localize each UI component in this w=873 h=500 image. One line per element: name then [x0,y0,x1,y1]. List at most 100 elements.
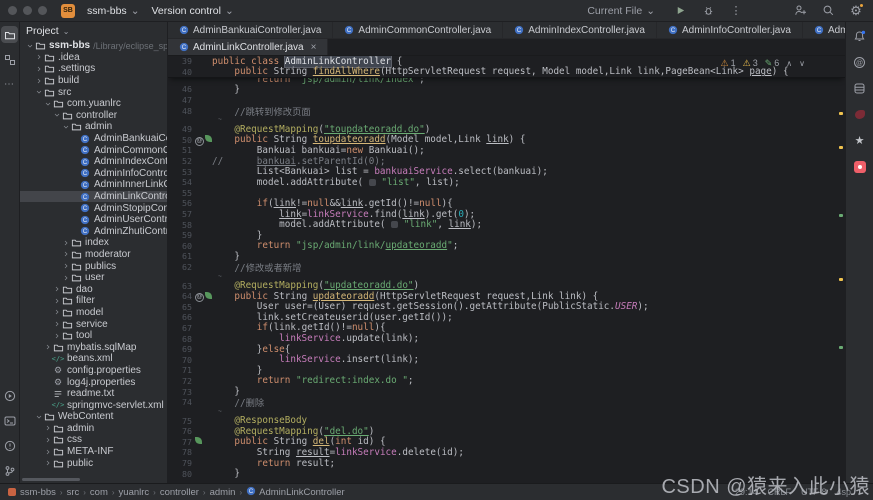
tree-item[interactable]: CAdminInfoController [20,168,167,180]
chevron-right-icon[interactable] [43,436,52,444]
code-line[interactable]: 59 } [168,230,845,241]
code-line[interactable]: 62 //修改或者新增 [168,262,845,273]
tree-item[interactable]: public [20,457,167,469]
error-stripe-mark[interactable] [839,346,843,349]
plugin-star-icon[interactable]: ★ [851,132,868,149]
chevron-right-icon[interactable] [34,77,43,85]
code-line[interactable]: 78 String result=linkService.delete(id); [168,447,845,458]
debug-button[interactable] [699,2,717,20]
request-mapping-gutter-icon[interactable]: @ [195,290,204,302]
error-stripe-mark[interactable] [839,146,843,149]
horizontal-scrollbar[interactable] [22,478,80,481]
breadcrumb-item[interactable]: ssm-bbs [20,487,56,498]
warning-indicator[interactable]: ⚠3 [743,58,758,68]
code-line[interactable]: 40 public String findAllWhere(HttpServle… [168,67,845,78]
code-line[interactable]: 55 [168,188,845,199]
code-with-me-icon[interactable] [791,2,809,20]
tree-item[interactable]: ssm-bbs/Library/eclipse_space/jsp+s [20,40,167,52]
code-line[interactable]: 57 link=linkService.find(link).get(0); [168,209,845,220]
tree-item[interactable]: </>beans.xml [20,353,167,365]
more-dots-icon[interactable]: ⋯ [1,76,18,93]
spring-bean-gutter-icon[interactable] [205,134,212,145]
chevron-right-icon[interactable] [43,448,52,456]
code-area[interactable]: return "jsp/admin/link/index";46 }4748 /… [168,78,845,479]
structure-boxes-icon[interactable] [1,51,18,68]
code-line[interactable]: 76 @RequestMapping("del.do") [168,426,845,437]
tree-item[interactable]: build [20,75,167,87]
tree-item[interactable]: META-INF [20,446,167,458]
code-line[interactable]: 54 model.addAttribute( "list", list); [168,177,845,188]
tree-item[interactable]: user [20,272,167,284]
tree-item[interactable]: CAdminBankuaiControlle [20,133,167,145]
run-button[interactable] [671,2,689,20]
tree-item[interactable]: .settings [20,63,167,75]
tree-item[interactable]: </>springmvc-servlet.xml [20,399,167,411]
editor-tab[interactable]: CAdminIndexController.java [503,22,657,38]
chevron-right-icon[interactable] [52,285,61,293]
database-icon[interactable] [851,80,868,97]
chevron-right-icon[interactable] [43,343,52,351]
window-controls[interactable] [8,6,47,15]
inspections-widget[interactable]: ⚠1⚠3✎6∧∨ [721,58,805,68]
project-panel-header[interactable]: Project ⌄ [20,22,167,40]
tree-item[interactable]: index [20,237,167,249]
problems-icon[interactable] [1,437,18,454]
code-line[interactable]: 80 } [168,468,845,479]
chevron-right-icon[interactable] [61,262,70,270]
warning-indicator[interactable]: ⚠1 [721,58,736,68]
tree-item[interactable]: CAdminIndexController [20,156,167,168]
code-line[interactable]: 69 }else{ [168,344,845,355]
chevron-right-icon[interactable] [52,297,61,305]
request-mapping-gutter-icon[interactable]: @ [195,134,204,146]
chevron-right-icon[interactable] [52,320,61,328]
chevron-right-icon[interactable] [43,459,52,467]
project-folder-icon[interactable] [1,26,18,43]
minimize-window-icon[interactable] [23,6,32,15]
code-line[interactable]: 56 if(link!=null&&link.getId()!=null){ [168,198,845,209]
code-line[interactable]: 48 //跳转到修改页面 [168,105,845,116]
status-widget[interactable]: 29:14 [735,487,758,497]
git-branch-icon[interactable] [1,462,18,479]
chevron-right-icon[interactable] [52,308,61,316]
tree-item[interactable]: com.yuanlrc [20,98,167,110]
code-line[interactable]: 77 public String del(int id) { [168,437,845,448]
code-line[interactable]: 58 model.addAttribute( "link", link); [168,219,845,230]
code-line[interactable]: 74 //删除 [168,397,845,408]
tree-item[interactable]: mybatis.sqlMap [20,341,167,353]
breadcrumb-item[interactable]: CAdminLinkController [246,486,345,498]
code-line[interactable]: 65 User user=(User) request.getSession()… [168,301,845,312]
editor-tab-active[interactable]: CAdminLinkController.java× [168,39,328,55]
code-line[interactable]: 79 return result; [168,458,845,469]
run-circle-icon[interactable] [1,387,18,404]
spring-bean-gutter-icon[interactable] [205,291,212,302]
tree-item[interactable]: CAdminInnerLinkControll [20,179,167,191]
code-line[interactable]: 60 return "jsp/admin/link/updateoradd"; [168,241,845,252]
chevron-down-icon[interactable] [25,42,34,50]
tree-item[interactable]: ⚙log4j.properties [20,376,167,388]
tree-item[interactable]: .idea [20,52,167,64]
chevron-down-icon[interactable] [52,111,61,119]
settings-gear-icon[interactable]: ⚙ [847,2,865,20]
tree-item[interactable]: tool [20,330,167,342]
breadcrumb-item[interactable]: admin [210,487,236,498]
status-widget[interactable]: UTF-8 [801,487,827,497]
tree-item[interactable]: WebContent [20,411,167,423]
code-editor[interactable]: ⚠1⚠3✎6∧∨ 39public class AdminLinkControl… [168,56,845,483]
code-line[interactable]: 72 return "redirect:index.do "; [168,376,845,387]
tree-item[interactable]: admin [20,121,167,133]
chevron-down-icon[interactable] [34,88,43,96]
tree-item[interactable]: dao [20,283,167,295]
chevron-right-icon[interactable] [43,424,52,432]
editor-tab[interactable]: CAdminInfoController.java [657,22,803,38]
code-line[interactable]: 64@ public String updateoradd(HttpServle… [168,291,845,302]
code-line[interactable]: 67 if(link.getId()!=null){ [168,323,845,334]
code-line[interactable]: 51 Bankuai bankuai=new Bankuai(); [168,145,845,156]
chevron-right-icon[interactable] [52,332,61,340]
tree-item[interactable]: filter [20,295,167,307]
tree-item[interactable]: CAdminStopipController [20,202,167,214]
profiler-blob-icon[interactable] [851,106,868,123]
tree-item[interactable]: CAdminUserContriller [20,214,167,226]
tree-item[interactable]: admin [20,423,167,435]
breadcrumb-item[interactable]: com [90,487,108,498]
code-line[interactable]: 53 List<Bankuai> list = bankuaiService.s… [168,166,845,177]
